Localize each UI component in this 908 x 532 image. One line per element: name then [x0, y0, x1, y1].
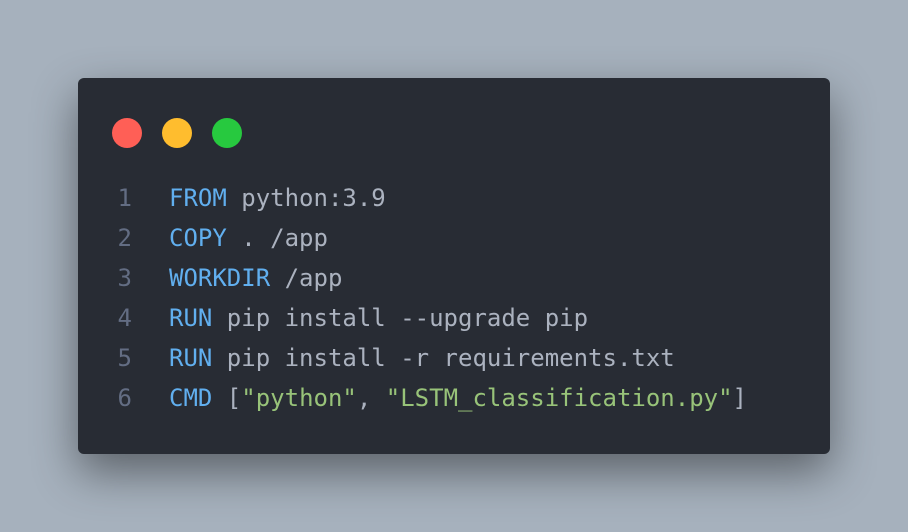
code-line: 1 FROM python:3.9 — [78, 178, 830, 218]
code-line: 3 WORKDIR /app — [78, 258, 830, 298]
close-icon[interactable] — [112, 118, 142, 148]
code-line: 5 RUN pip install -r requirements.txt — [78, 338, 830, 378]
code-window: 1 FROM python:3.9 2 COPY . /app 3 WORKDIR /ap… — [78, 78, 830, 454]
code-keyword: RUN — [169, 304, 213, 332]
code-keyword: WORKDIR — [169, 264, 271, 292]
line-number: 3 — [117, 264, 132, 292]
line-number: 6 — [117, 384, 132, 412]
code-block: 1 FROM python:3.9 2 COPY . /app 3 WORKDIR /ap… — [78, 178, 830, 418]
code-line: 4 RUN pip install --upgrade pip — [78, 298, 830, 338]
maximize-icon[interactable] — [212, 118, 242, 148]
code-text: , — [356, 384, 386, 412]
code-text: . /app — [226, 224, 328, 252]
line-number: 2 — [117, 224, 132, 252]
code-text: [ — [212, 384, 242, 412]
code-string: "LSTM_classification.py" — [385, 384, 733, 412]
code-text: pip install --upgrade pip — [212, 304, 589, 332]
code-text: pip install -r requirements.txt — [212, 344, 675, 372]
code-text: python:3.9 — [226, 184, 386, 212]
line-number: 5 — [117, 344, 132, 372]
code-keyword: CMD — [169, 384, 213, 412]
minimize-icon[interactable] — [162, 118, 192, 148]
line-number: 4 — [117, 304, 132, 332]
code-text: ] — [732, 384, 747, 412]
line-number: 1 — [117, 184, 132, 212]
code-string: "python" — [241, 384, 357, 412]
code-keyword: RUN — [169, 344, 213, 372]
code-text: /app — [270, 264, 343, 292]
code-keyword: COPY — [169, 224, 227, 252]
code-line: 2 COPY . /app — [78, 218, 830, 258]
code-keyword: FROM — [169, 184, 227, 212]
code-line: 6 CMD ["python", "LSTM_classification.py"… — [78, 378, 830, 418]
